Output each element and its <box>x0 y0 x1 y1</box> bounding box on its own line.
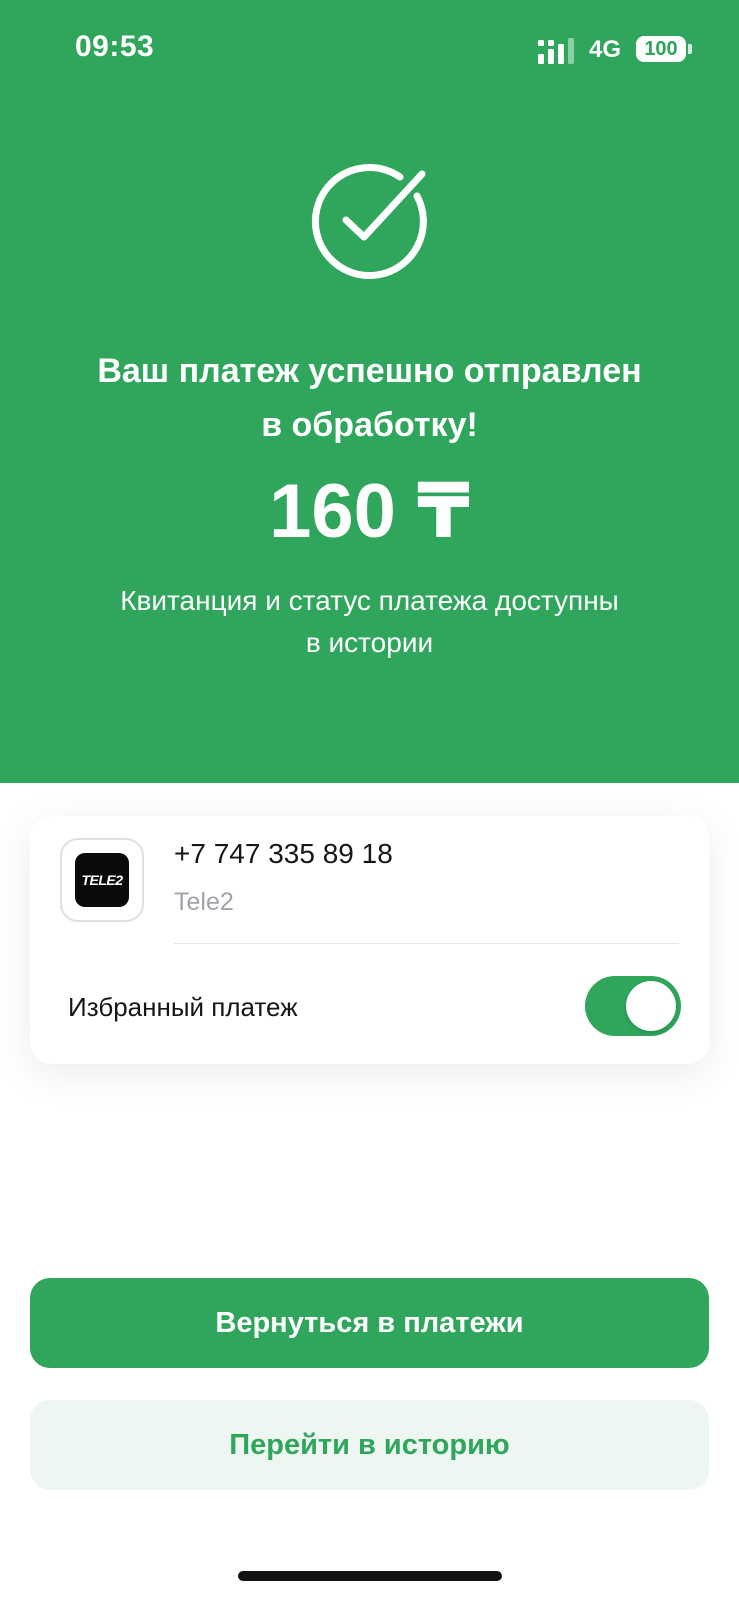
divider <box>174 943 679 944</box>
success-header: 09:53 4G 100 Ваш платеж успешно отправле… <box>0 0 739 783</box>
back-to-payments-button[interactable]: Вернуться в платежи <box>30 1278 709 1368</box>
operator-name: Tele2 <box>174 888 234 916</box>
success-subtitle-line1: Квитанция и статус платежа доступны <box>120 585 619 616</box>
status-bar: 09:53 4G 100 <box>0 0 739 100</box>
status-time: 09:53 <box>75 30 155 63</box>
payment-amount: 160 ₸ <box>269 469 470 554</box>
tele2-logo-icon: TELE2 <box>75 853 129 907</box>
toggle-knob <box>626 981 676 1031</box>
favorite-payment-label: Избранный платеж <box>68 992 298 1022</box>
battery-tip <box>688 44 692 54</box>
success-subtitle: Квитанция и статус платежа доступны в ис… <box>60 580 679 664</box>
success-title-line2: в обработку! <box>261 406 478 444</box>
network-type: 4G <box>589 36 622 63</box>
operator-logo: TELE2 <box>60 838 144 922</box>
success-check-icon <box>311 164 427 279</box>
go-to-history-button[interactable]: Перейти в историю <box>30 1400 709 1490</box>
phone-number: +7 747 335 89 18 <box>174 838 393 869</box>
signal-icon <box>538 38 574 64</box>
home-indicator[interactable] <box>238 1571 502 1581</box>
payment-details-card: TELE2 +7 747 335 89 18 Tele2 Избранный п… <box>30 816 709 1064</box>
battery-level: 100 <box>644 37 678 60</box>
success-title-line1: Ваш платеж успешно отправлен <box>97 352 642 390</box>
success-title: Ваш платеж успешно отправлен в обработку… <box>40 344 699 452</box>
favorite-payment-toggle[interactable] <box>585 976 681 1036</box>
success-subtitle-line2: в истории <box>305 627 434 658</box>
battery-icon: 100 <box>636 36 686 62</box>
